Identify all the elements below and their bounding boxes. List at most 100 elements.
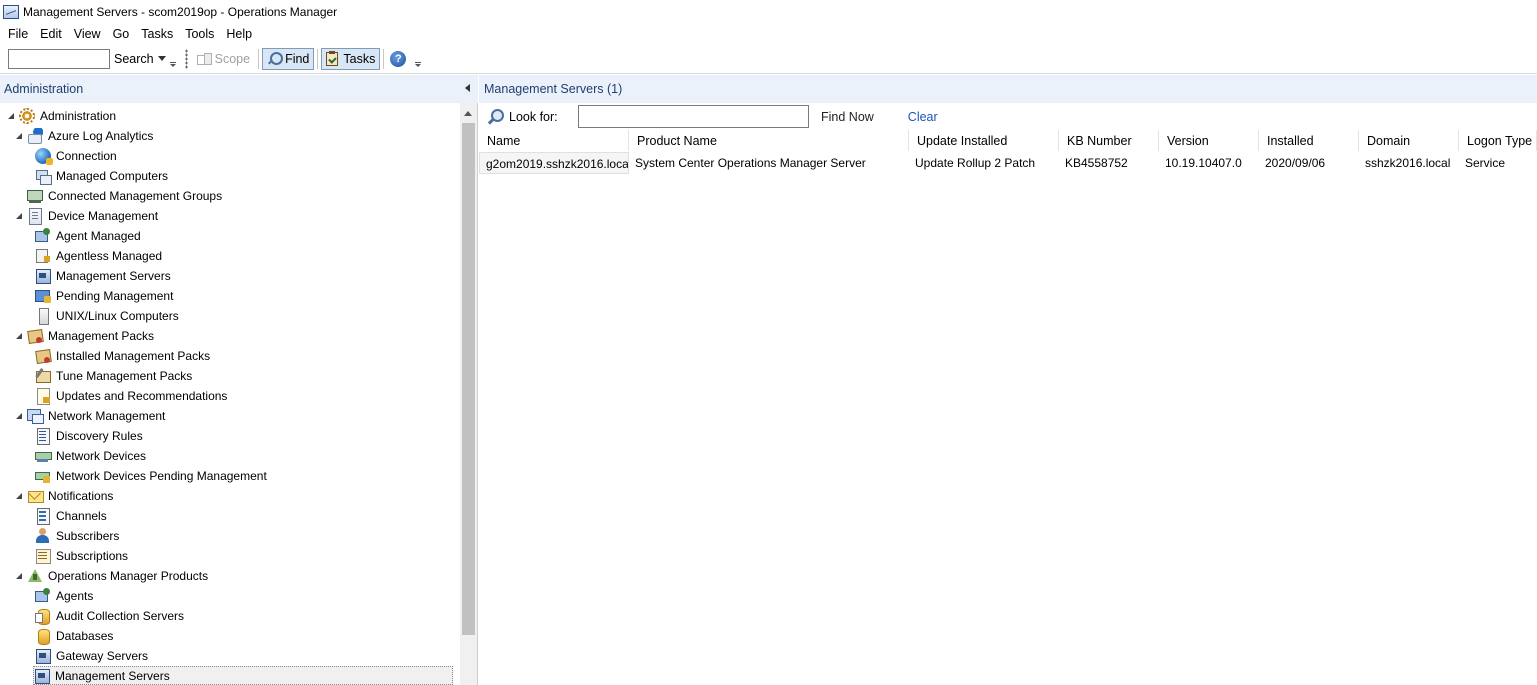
tree-item-connection[interactable]: Connection	[35, 146, 117, 165]
toolbar-separator	[383, 48, 385, 69]
tree-item-unix-linux-computers[interactable]: UNIX/Linux Computers	[35, 306, 179, 325]
tree-item-installed-management-packs[interactable]: Installed Management Packs	[35, 346, 210, 365]
navigation-pane-header: Administration	[0, 75, 478, 103]
tree-item-device-management[interactable]: Device Management	[27, 206, 158, 225]
tree-item-azure-log-analytics[interactable]: Azure Log Analytics	[27, 126, 153, 145]
tree-item-agents[interactable]: Agents	[35, 586, 93, 605]
tree-item-label: Subscriptions	[56, 548, 129, 563]
tree-item-notifications[interactable]: Notifications	[27, 486, 113, 505]
tree-item-tune-management-packs[interactable]: Tune Management Packs	[35, 366, 192, 385]
tree-expander-icon[interactable]	[6, 111, 14, 119]
search-label: Search	[114, 51, 154, 66]
navigation-pane: Administration Administration Azure Log A…	[0, 75, 478, 685]
cell-logon-type[interactable]: Service	[1459, 152, 1537, 174]
column-header-name[interactable]: Name	[479, 130, 629, 151]
column-header-logon-type[interactable]: Logon Type	[1459, 130, 1537, 151]
tree-item-label: Gateway Servers	[56, 648, 149, 663]
tree-expander-icon[interactable]	[14, 571, 22, 579]
column-header-update-installed[interactable]: Update Installed	[909, 130, 1059, 151]
tree-item-label: Agentless Managed	[56, 248, 163, 263]
cell-installed[interactable]: 2020/09/06	[1259, 152, 1359, 174]
cell-domain[interactable]: sshzk2016.local	[1359, 152, 1459, 174]
tree-expander-icon[interactable]	[14, 131, 22, 139]
column-header-domain[interactable]: Domain	[1359, 130, 1459, 151]
clear-link[interactable]: Clear	[908, 110, 938, 124]
tree-item-label: UNIX/Linux Computers	[56, 308, 179, 323]
search-dropdown[interactable]: Search	[114, 52, 166, 66]
tree-item-managed-computers[interactable]: Managed Computers	[35, 166, 168, 185]
cell-update-installed[interactable]: Update Rollup 2 Patch	[909, 152, 1059, 174]
tree-item-management-servers[interactable]: Management Servers	[35, 266, 171, 285]
tree-item-operations-manager-products[interactable]: Operations Manager Products	[27, 566, 208, 585]
tree-item-label: Management Packs	[48, 328, 155, 343]
tree-item-gateway-servers[interactable]: Gateway Servers	[35, 646, 148, 665]
tree-expander-icon[interactable]	[14, 331, 22, 339]
menu-go[interactable]: Go	[107, 24, 136, 44]
tree-item-connected-management-groups[interactable]: Connected Management Groups	[27, 186, 222, 205]
tree-expander-icon[interactable]	[14, 411, 22, 419]
tree-item-management-packs[interactable]: Management Packs	[27, 326, 154, 345]
server-icon	[34, 668, 50, 684]
tree-item-discovery-rules[interactable]: Discovery Rules	[35, 426, 143, 445]
look-for-input[interactable]	[578, 105, 809, 128]
toolbar-overflow-icon[interactable]	[170, 51, 177, 67]
tree-item-label: Installed Management Packs	[56, 348, 211, 363]
toolbar-grip-icon[interactable]	[184, 48, 188, 69]
results-pane: Management Servers (1) Look for: Find No…	[479, 75, 1537, 685]
tree-item-subscriptions[interactable]: Subscriptions	[35, 546, 128, 565]
menu-help[interactable]: Help	[220, 24, 258, 44]
updates-icon	[35, 387, 51, 405]
scroll-thumb[interactable]	[462, 123, 475, 635]
cell-kb-number[interactable]: KB4558752	[1059, 152, 1159, 174]
tree-item-pending-management[interactable]: Pending Management	[35, 286, 173, 305]
tree-expander-icon[interactable]	[14, 491, 22, 499]
mail-icon	[27, 488, 44, 504]
tree-item-label: Agents	[56, 588, 94, 603]
tune-icon	[35, 368, 51, 384]
menu-tasks[interactable]: Tasks	[135, 24, 179, 44]
menu-tools[interactable]: Tools	[179, 24, 220, 44]
find-button[interactable]: Find	[262, 47, 315, 70]
tree-item-management-servers[interactable]: Management Servers	[33, 666, 453, 685]
tree-item-agent-managed[interactable]: Agent Managed	[35, 226, 141, 245]
collapse-pane-icon[interactable]	[465, 84, 470, 92]
results-pane-header: Management Servers (1)	[479, 75, 1537, 103]
cell-name[interactable]: g2om2019.sshzk2016.local	[479, 152, 629, 174]
tree-item-databases[interactable]: Databases	[35, 626, 113, 645]
table-row[interactable]: g2om2019.sshzk2016.local System Center O…	[479, 152, 1537, 174]
tree-item-label: Management Servers	[55, 668, 170, 683]
tree-item-subscribers[interactable]: Subscribers	[35, 526, 119, 545]
scroll-up-icon[interactable]	[464, 111, 472, 116]
cell-product-name[interactable]: System Center Operations Manager Server	[629, 152, 909, 174]
cell-version[interactable]: 10.19.10407.0	[1159, 152, 1259, 174]
tree-item-agentless-managed[interactable]: Agentless Managed	[35, 246, 162, 265]
help-icon[interactable]: ?	[390, 50, 407, 67]
server-icon	[35, 648, 51, 664]
tree-item-network-management[interactable]: Network Management	[27, 406, 165, 425]
column-header-version[interactable]: Version	[1159, 130, 1259, 151]
tasks-button[interactable]: Tasks	[321, 47, 381, 70]
navigation-scrollbar[interactable]	[460, 103, 477, 685]
tree-item-label: Tune Management Packs	[56, 368, 193, 383]
tree-expander-icon[interactable]	[14, 211, 22, 219]
tree-item-network-devices[interactable]: Network Devices	[35, 446, 146, 465]
toolbar-overflow-icon[interactable]	[414, 51, 421, 67]
look-for-label: Look for:	[509, 109, 558, 124]
tree-item-audit-collection-servers[interactable]: Audit Collection Servers	[35, 606, 184, 625]
column-header-product-name[interactable]: Product Name	[629, 130, 909, 151]
column-header-kb-number[interactable]: KB Number	[1059, 130, 1159, 151]
menu-file[interactable]: File	[2, 24, 34, 44]
tree-item-network-devices-pending-management[interactable]: Network Devices Pending Management	[35, 466, 267, 485]
tree-item-administration[interactable]: Administration	[19, 106, 116, 125]
cloud-icon	[27, 127, 43, 144]
column-header-installed[interactable]: Installed	[1259, 130, 1359, 151]
find-bar: Look for: Find Now Clear	[479, 103, 1537, 130]
find-now-button[interactable]: Find Now	[821, 110, 874, 124]
tree-item-channels[interactable]: Channels	[35, 506, 107, 525]
search-input[interactable]	[8, 48, 110, 69]
menu-view[interactable]: View	[68, 24, 107, 44]
clipboard-icon	[326, 50, 339, 66]
menu-edit[interactable]: Edit	[34, 24, 68, 44]
tree-item-updates-and-recommendations[interactable]: Updates and Recommendations	[35, 386, 227, 405]
scope-button[interactable]: Scope	[192, 48, 255, 70]
